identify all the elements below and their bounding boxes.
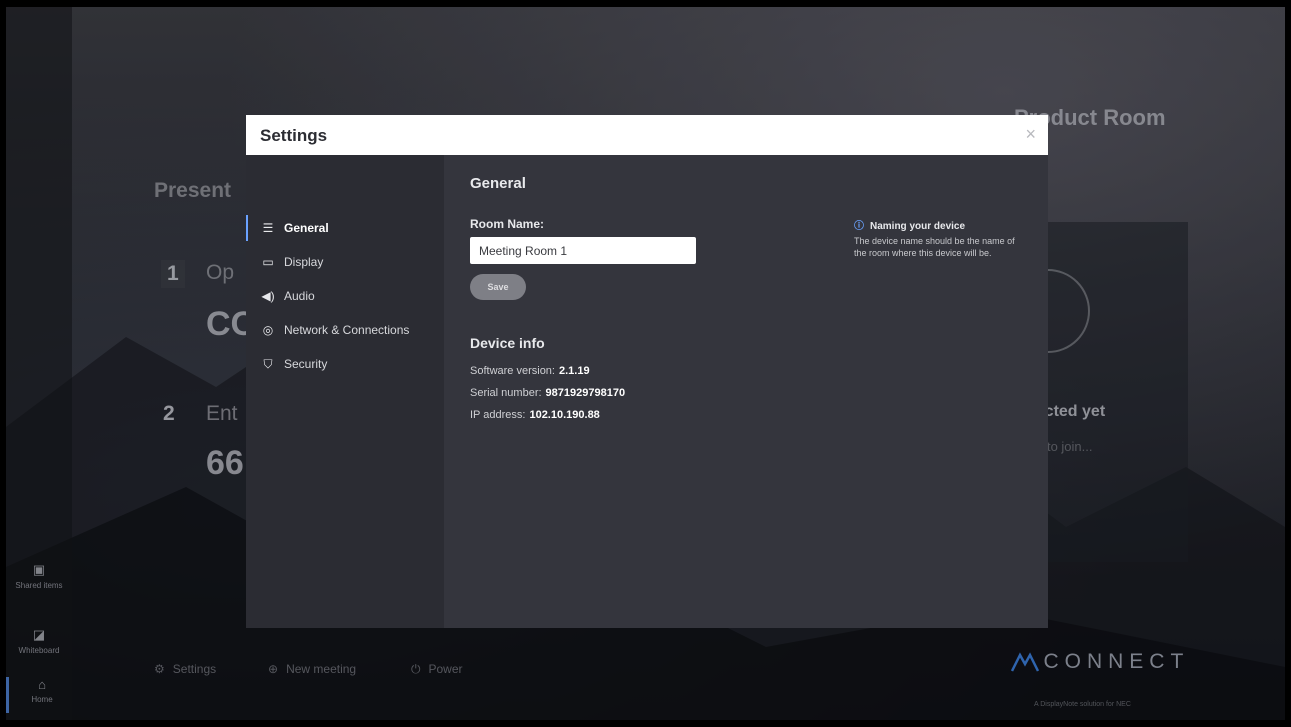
nav-item-audio-label: Audio bbox=[284, 289, 315, 303]
wifi-icon: ◎ bbox=[262, 323, 274, 337]
help-title: ⓘ Naming your device bbox=[854, 217, 965, 232]
nav-item-display-label: Display bbox=[284, 255, 324, 269]
room-name-input[interactable] bbox=[470, 237, 696, 264]
settings-nav: ☰ General ▭ Display ◀) Audio ◎ Network & Con… bbox=[246, 155, 444, 628]
software-version-label: Software version: bbox=[470, 365, 555, 377]
software-version-value: 2.1.19 bbox=[558, 365, 590, 377]
speaker-icon: ◀) bbox=[261, 289, 275, 303]
nav-item-general-label: General bbox=[284, 221, 329, 235]
ip-address-label: IP address: bbox=[470, 409, 526, 421]
nav-item-display[interactable]: ▭ Display bbox=[258, 255, 323, 277]
shield-icon: ⛉ bbox=[263, 357, 273, 371]
help-body: The device name should be the name of th… bbox=[854, 236, 1015, 258]
info-icon: ⓘ bbox=[854, 221, 864, 232]
nav-item-network-label: Network & Connections bbox=[284, 323, 410, 337]
software-version-row: Software version: 2.1.19 bbox=[470, 365, 590, 377]
nav-item-audio[interactable]: ◀) Audio bbox=[258, 289, 315, 311]
settings-dialog: Settings × ☰ General ▭ Display ◀) Audio ◎ Ne… bbox=[246, 115, 1048, 628]
ip-address-row: IP address: 102.10.190.88 bbox=[470, 409, 600, 421]
close-icon[interactable]: × bbox=[1025, 124, 1036, 145]
section-title: General bbox=[470, 175, 526, 192]
device-info-title: Device info bbox=[470, 335, 545, 351]
active-nav-indicator bbox=[246, 215, 248, 241]
serial-number-label: Serial number: bbox=[470, 387, 542, 399]
ip-address-value: 102.10.190.88 bbox=[529, 409, 600, 421]
dialog-title: Settings bbox=[260, 126, 328, 145]
nav-item-network[interactable]: ◎ Network & Connections bbox=[258, 323, 410, 345]
app-window: ▣ Shared items ◪ Whiteboard ⌂ Home Produ… bbox=[6, 7, 1285, 720]
nav-item-general[interactable]: ☰ General bbox=[258, 221, 329, 243]
list-icon: ☰ bbox=[262, 221, 274, 235]
room-name-label: Room Name: bbox=[470, 217, 545, 231]
dialog-header: Settings × bbox=[246, 115, 1048, 155]
serial-number-row: Serial number: 9871929798170 bbox=[470, 387, 625, 399]
serial-number-value: 9871929798170 bbox=[545, 387, 626, 399]
help-title-text: Naming your device bbox=[870, 221, 966, 232]
settings-content: General Room Name: Save Device info Soft… bbox=[444, 155, 1048, 628]
nav-item-security[interactable]: ⛉ Security bbox=[258, 357, 327, 379]
save-button[interactable]: Save bbox=[470, 274, 526, 300]
nav-item-security-label: Security bbox=[284, 357, 328, 371]
monitor-icon: ▭ bbox=[262, 255, 274, 269]
